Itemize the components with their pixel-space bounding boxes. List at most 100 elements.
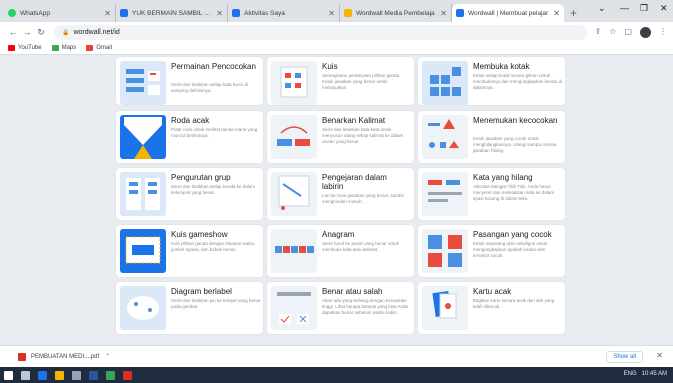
card-description: Seret dan letakkan pin ke tempat yang be… — [171, 298, 261, 309]
tab-label: Aktivitas Saya — [244, 9, 285, 17]
wordwall-icon — [232, 9, 240, 17]
card-title: Kata yang hilang — [473, 173, 533, 182]
share-icon[interactable]: ⇪ — [595, 27, 602, 38]
address-bar[interactable]: 🔒 wordwall.net/id — [54, 24, 587, 40]
template-card-diagram-berlabel[interactable]: Diagram berlabel Seret dan letakkan pin … — [116, 282, 263, 334]
card-description: Seret dan letakkan setiap kata kunci di … — [171, 82, 249, 93]
explorer-icon[interactable] — [55, 370, 64, 380]
tab-label: Wordwall | Membuat pelajar — [468, 9, 549, 17]
random-cards-thumbnail — [422, 286, 468, 330]
toolbar: ← → ↻ 🔒 wordwall.net/id ⇪ ☆ ▢ ⋮ — [0, 22, 673, 42]
download-file[interactable]: PEMBUATAN MEDI....pdf — [31, 354, 99, 360]
template-card-kuis-gameshow[interactable]: Kuis gameshow Kuis pilihan ganda dengan … — [116, 225, 263, 277]
tab-strip: WhatsApp ✕ YUK BERMAIN SAMBIL BELA ✕ Akt… — [0, 0, 673, 22]
taskbar: ENG 10:45 AM — [0, 367, 673, 383]
bookmark-gmail[interactable]: Gmail — [86, 45, 112, 51]
search-icon[interactable] — [21, 370, 30, 380]
close-icon[interactable]: ✕ — [216, 9, 223, 18]
app-icon[interactable] — [123, 370, 132, 380]
card-title: Anagram — [322, 230, 355, 239]
bookmark-label: Gmail — [96, 45, 112, 51]
template-card-labirin[interactable]: Pengejaran dalam labirin Lari ke zona ja… — [267, 168, 414, 220]
template-card-pengurutan-grup[interactable]: Pengurutan grup Seret dan letakkan setia… — [116, 168, 263, 220]
template-card-roda-acak[interactable]: Roda acak Putar roda untuk melihat benda… — [116, 111, 263, 163]
template-card-kuis[interactable]: Kuis Serangkaian pertanyaan pilihan gand… — [267, 57, 414, 105]
chevron-up-icon[interactable]: ⌃ — [105, 353, 110, 360]
bookmark-label: Maps — [61, 45, 77, 51]
tab-search-icon[interactable]: ⌄ — [598, 3, 606, 14]
template-card-kartu-acak[interactable]: Kartu acak Bagikan kartu secara acak dar… — [418, 282, 565, 334]
template-card-pencocokan[interactable]: Permainan Pencocokan Seret dan letakkan … — [116, 57, 263, 105]
new-tab-button[interactable]: + — [564, 4, 583, 22]
lock-icon[interactable]: 🔒 — [62, 29, 69, 36]
tab-wordwall-active[interactable]: Wordwall | Membuat pelajar ✕ — [452, 4, 564, 22]
close-icon[interactable]: ✕ — [104, 9, 111, 18]
close-icon[interactable]: ✕ — [440, 9, 447, 18]
close-icon[interactable]: ✕ — [328, 9, 335, 18]
menu-icon[interactable]: ⋮ — [659, 27, 667, 38]
bookmarks-bar: YouTube Maps Gmail — [0, 42, 673, 55]
matching-thumbnail — [120, 61, 166, 105]
card-description: Seret huruf ke posisi yang benar untuk m… — [322, 241, 400, 252]
card-description: Ketuk jawaban yang cocok untuk menghilan… — [473, 136, 557, 153]
minimize-icon[interactable]: — — [620, 3, 629, 13]
language-indicator[interactable]: ENG — [624, 371, 637, 377]
card-title: Permainan Pencocokan — [171, 62, 256, 71]
wheel-thumbnail — [120, 115, 166, 159]
template-card-menemukan-kecocokan[interactable]: Menemukan kecocokan Ketuk jawaban yang c… — [418, 111, 565, 163]
maximize-icon[interactable]: ❐ — [640, 3, 648, 14]
clock[interactable]: 10:45 AM — [642, 371, 667, 377]
open-box-thumbnail — [422, 61, 468, 105]
show-all-button[interactable]: Show all — [606, 351, 643, 363]
bookmark-maps[interactable]: Maps — [51, 45, 77, 51]
quiz-thumbnail — [271, 61, 317, 105]
avatar[interactable] — [640, 26, 651, 38]
page-content: Permainan Pencocokan Seret dan letakkan … — [0, 55, 673, 345]
tab-whatsapp[interactable]: WhatsApp ✕ — [4, 4, 116, 22]
anagram-thumbnail — [271, 229, 317, 273]
sidebar-icon[interactable]: ▢ — [624, 27, 632, 38]
card-title: Pengejaran dalam labirin — [322, 173, 387, 191]
wordwall-icon — [456, 9, 464, 17]
word-icon[interactable] — [89, 370, 98, 380]
template-card-pasangan-cocok[interactable]: Pasangan yang cocok Ketuk sepasang ubin … — [418, 225, 565, 277]
card-description: Serangkaian pertanyaan pilihan ganda. Ke… — [322, 73, 401, 90]
forward-icon[interactable]: → — [20, 27, 34, 37]
tab-yuk-bermain[interactable]: YUK BERMAIN SAMBIL BELA ✕ — [116, 4, 228, 22]
back-icon[interactable]: ← — [6, 27, 20, 37]
close-icon[interactable]: ✕ — [553, 9, 560, 18]
card-title: Membuka kotak — [473, 62, 530, 71]
card-title: Roda acak — [171, 116, 210, 125]
template-card-anagram[interactable]: Anagram Seret huruf ke posisi yang benar… — [267, 225, 414, 277]
gmail-icon — [86, 45, 94, 51]
gameshow-thumbnail — [120, 229, 166, 273]
find-match-thumbnail — [422, 115, 468, 159]
star-icon[interactable]: ☆ — [609, 27, 616, 38]
reload-icon[interactable]: ↻ — [34, 27, 48, 38]
template-card-benarkan-kalimat[interactable]: Benarkan Kalimat Seret dan letakkan kata… — [267, 111, 414, 163]
tab-media[interactable]: Wordwall Media Pembelaja ✕ — [340, 4, 452, 22]
close-window-icon[interactable]: ✕ — [660, 3, 668, 14]
windows-start-icon[interactable] — [4, 370, 13, 380]
url-text: wordwall.net/id — [73, 28, 120, 36]
edge-icon[interactable] — [38, 370, 47, 380]
close-icon[interactable]: ✕ — [656, 351, 663, 360]
card-title: Benarkan Kalimat — [322, 116, 386, 125]
card-title: Kuis — [322, 62, 338, 71]
bookmark-icon — [344, 9, 352, 17]
template-card-kata-hilang[interactable]: Kata yang hilang Aktivitas Mengisi Titik… — [418, 168, 565, 220]
template-card-benar-salah[interactable]: Benar atau salah Akan ada yang terbang d… — [267, 282, 414, 334]
tab-label: Wordwall Media Pembelaja — [356, 9, 435, 17]
tab-label: WhatsApp — [20, 9, 50, 17]
card-description: Bagikan kartu secara acak dari dek yang … — [473, 298, 555, 309]
card-description: Seret dan letakkan setiap benda ke dalam… — [171, 184, 256, 195]
chrome-icon[interactable] — [106, 370, 115, 380]
system-tray: ENG 10:45 AM — [624, 371, 667, 377]
store-icon[interactable] — [72, 370, 81, 380]
card-description: Ketuk sepasang ubin sekaligus untuk meng… — [473, 241, 548, 258]
card-description: Kuis pilihan ganda dengan tekanan waktu,… — [171, 241, 256, 252]
tab-aktivitas[interactable]: Aktivitas Saya ✕ — [228, 4, 340, 22]
bookmark-youtube[interactable]: YouTube — [8, 45, 42, 51]
card-description: Putar roda untuk melihat benda mana yang… — [171, 127, 258, 138]
template-card-membuka-kotak[interactable]: Membuka kotak Ketuk setiap kotak secara … — [418, 57, 565, 105]
